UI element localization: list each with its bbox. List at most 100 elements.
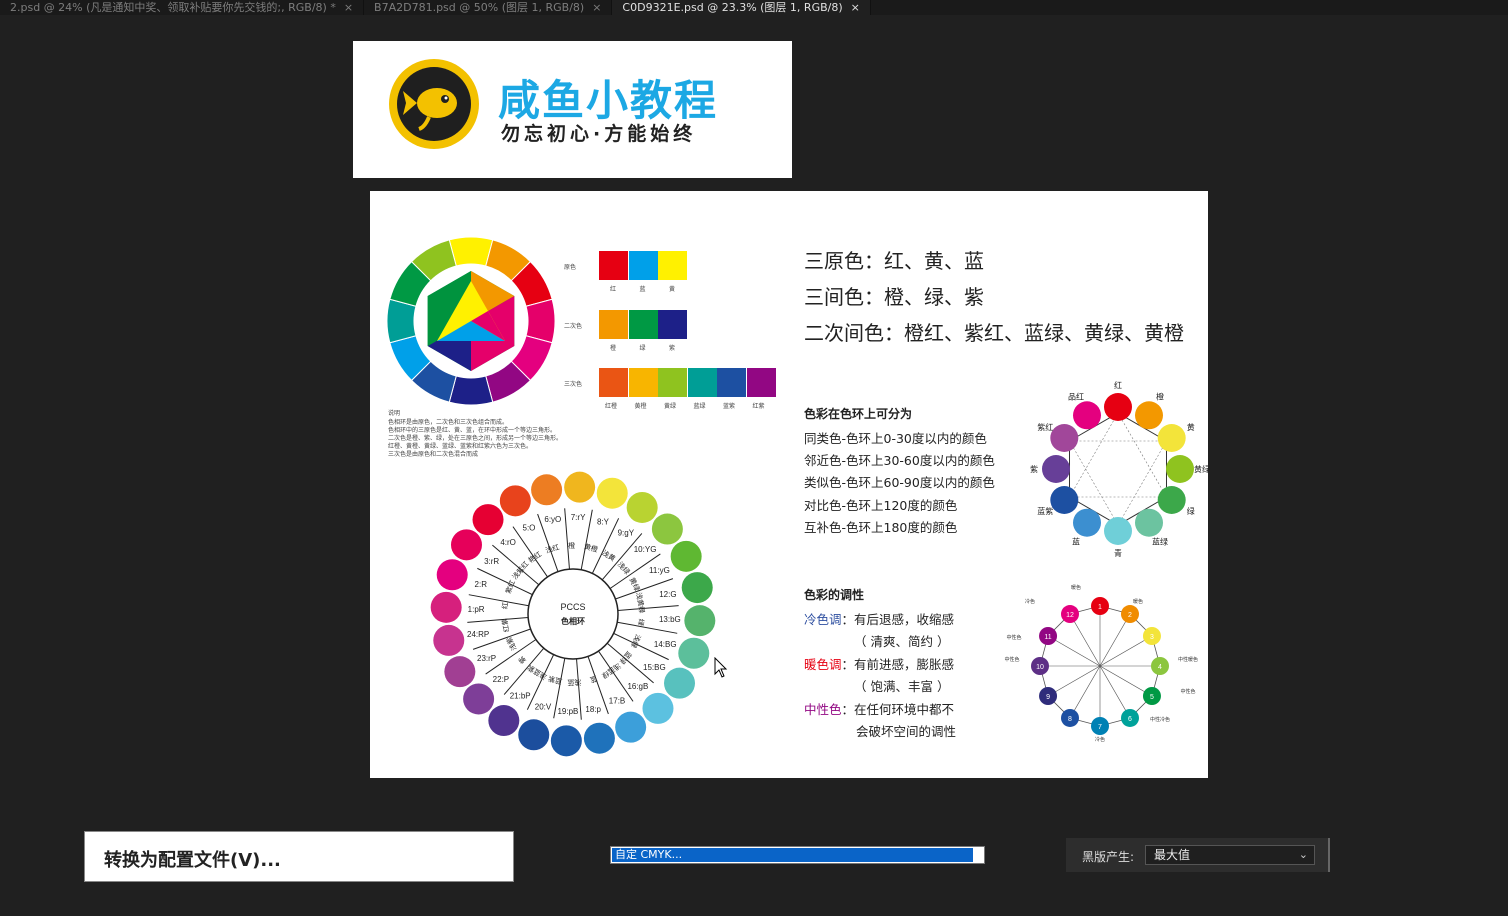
- tab-label: C0D9321E.psd @ 23.3% (图层 1, RGB/8): [622, 1, 843, 14]
- hue-dot: [1073, 508, 1101, 537]
- pccs-hue-dot: [499, 485, 531, 517]
- pccs-code-label: 21:bP: [510, 691, 531, 700]
- hue-dot: [1050, 424, 1079, 452]
- black-generation-select[interactable]: 最大值 ⌄: [1145, 845, 1315, 865]
- hue-label: 橙: [1156, 391, 1164, 401]
- hue-dot: [1157, 486, 1186, 514]
- close-icon[interactable]: ×: [344, 1, 353, 14]
- tone-name: 冷色调: [804, 612, 842, 627]
- tone-label: 冷色: [1095, 736, 1105, 743]
- tone-text: ：有后退感，收缩感: [841, 612, 955, 627]
- hue-dot: [1073, 401, 1101, 430]
- swatch-row-label: 二次色: [564, 323, 583, 330]
- pccs-hue-dot: [596, 477, 628, 509]
- ring-line: 对比色-色环上120度的颜色: [804, 498, 958, 513]
- pccs-hue-dot: [678, 637, 710, 669]
- pccs-code-label: 3:rR: [484, 557, 499, 566]
- pccs-code-label: 17:B: [609, 696, 625, 705]
- swatch-name: 红: [610, 286, 617, 293]
- pccs-code-label: 24:RP: [467, 630, 489, 639]
- pccs-hue-dot: [642, 692, 674, 724]
- pccs-hue-dot: [463, 683, 495, 715]
- pccs-code-label: 16:gB: [627, 682, 648, 691]
- pccs-hue-circle: 1:pR 2:R 3:rR 4:rO 5:O 6:yO 7:rY 8:Y 9:gY 10:YG 11…: [430, 471, 716, 757]
- hue-dot: [1042, 455, 1070, 483]
- convert-label: 转换为配置文件(V)...: [104, 850, 281, 871]
- primary-colors-line: 三原色：红、黄、蓝: [804, 249, 984, 273]
- hue-label: 紫红: [1037, 422, 1053, 432]
- swatch-name: 橙: [610, 345, 617, 352]
- tone-neutral-sub: 会破坏空间的调性: [856, 724, 957, 739]
- close-icon[interactable]: ×: [851, 1, 860, 14]
- pccs-hue-dot: [433, 624, 465, 656]
- pccs-hue-dot: [681, 572, 713, 604]
- pccs-hue-dot: [450, 529, 482, 561]
- ring-line: 同类色-色环上0-30度以内的颜色: [804, 431, 987, 446]
- pccs-name-label: 浅蓝绿: [600, 661, 622, 680]
- pccs-code-label: 18:p: [585, 705, 601, 714]
- pccs-hue-dot: [583, 722, 615, 754]
- hue-label: 黄: [1187, 422, 1195, 432]
- swatch-name: 紫: [669, 345, 676, 352]
- color-swatch: [628, 310, 658, 339]
- tone-heading: 色彩的调性: [804, 588, 865, 602]
- pccs-code-label: 2:R: [475, 580, 488, 589]
- tertiary-colors-line: 二次间色：橙红、紫红、蓝绿、黄绿、黄橙: [804, 321, 1184, 345]
- tab-doc-3[interactable]: C0D9321E.psd @ 23.3% (图层 1, RGB/8) ×: [612, 0, 871, 15]
- pccs-name-label: 黄橙: [583, 542, 599, 554]
- hue-dot: [1135, 508, 1163, 537]
- black-generation-panel: 黑版产生: 最大值 ⌄: [1066, 838, 1330, 872]
- tone-neutral: 中性色：在任何环境中都不: [804, 699, 954, 718]
- pccs-hue-dot: [564, 471, 596, 503]
- pccs-name-label: 浅绿: [629, 633, 643, 649]
- color-swatch: [599, 310, 628, 339]
- tab-doc-2[interactable]: B7A2D781.psd @ 50% (图层 1, RGB/8) ×: [364, 0, 613, 15]
- swatch-row-label: 原色: [564, 264, 577, 271]
- tone-label: 暖色: [1133, 598, 1143, 605]
- pccs-code-label: 6:yO: [544, 515, 561, 524]
- tone-name: 暖色调: [804, 657, 842, 672]
- pccs-code-label: 20:V: [535, 702, 552, 711]
- close-icon[interactable]: ×: [592, 1, 601, 14]
- tone-dot-number: 5: [1150, 694, 1154, 701]
- wheel-segment: [386, 298, 417, 344]
- color-swatch: [717, 368, 746, 397]
- swatch-name: 黄橙: [634, 403, 647, 410]
- pccs-name-label: 蓝紫: [547, 674, 563, 686]
- tone-dot-number: 10: [1036, 664, 1044, 671]
- pccs-hue-dot: [488, 705, 520, 737]
- wheel-segment: [448, 375, 494, 406]
- tone-dot-number: 9: [1046, 694, 1050, 701]
- tab-doc-1[interactable]: 2.psd @ 24% (凡是通知中奖、领取补贴要你先交钱的;, RGB/8) …: [0, 0, 365, 15]
- pccs-hue-dot: [651, 513, 683, 545]
- black-generation-value: 最大值: [1154, 848, 1191, 862]
- color-swatch: [599, 368, 628, 397]
- pccs-name-label: 浅蓝紫: [526, 663, 549, 682]
- pccs-name-label: 绿: [636, 618, 646, 626]
- wheel-segment: [525, 298, 556, 344]
- pccs-code-label: 19:pB: [557, 707, 578, 716]
- hue-label: 紫: [1030, 465, 1038, 474]
- explain-line: 三次色是由原色和二次色混合而成: [388, 451, 479, 458]
- hue-label: 青: [1114, 548, 1122, 558]
- hue-dot: [1166, 455, 1194, 483]
- tone-dot-number: 6: [1128, 716, 1132, 723]
- tone-dot-number: 2: [1128, 612, 1132, 619]
- pccs-name-label: 橙: [568, 541, 575, 550]
- color-swatch: [658, 251, 687, 280]
- pccs-name-label: 浅蓝: [567, 678, 581, 687]
- tone-wheel: 123456789101112暖色暖色中性暖色中性色中性冷色冷色冷色中性色中性色: [1004, 584, 1198, 743]
- cmyk-setting-field[interactable]: 自定 CMYK...: [610, 846, 985, 864]
- ring-line: 邻近色-色环上30-60度以内的颜色: [804, 453, 995, 468]
- color-wheel: [386, 236, 556, 406]
- document-tab-bar: 2.psd @ 24% (凡是通知中奖、领取补贴要你先交钱的;, RGB/8) …: [0, 0, 1508, 15]
- pccs-code-label: 23:rP: [477, 654, 496, 663]
- pccs-code-label: 7:rY: [571, 513, 586, 522]
- hue-label: 蓝紫: [1037, 506, 1053, 516]
- tone-label: 中性色: [1004, 656, 1019, 663]
- tone-label: 中性色: [1180, 688, 1195, 695]
- hue-dot: [1157, 424, 1186, 452]
- tone-dot-number: 4: [1158, 664, 1162, 671]
- pccs-code-label: 12:G: [659, 590, 676, 599]
- convert-to-profile-button[interactable]: 转换为配置文件(V)...: [84, 831, 514, 882]
